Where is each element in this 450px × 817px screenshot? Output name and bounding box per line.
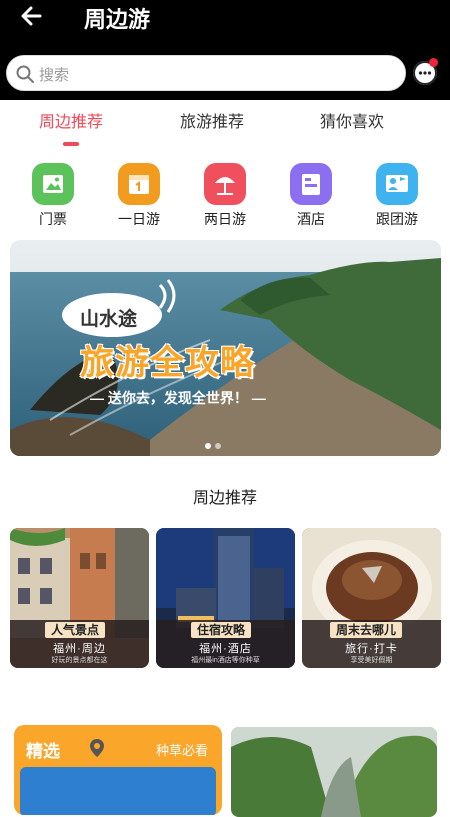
card-caption: 享受美好假期 (350, 657, 393, 664)
ticket-icon (32, 163, 74, 205)
category-hotel[interactable]: 酒店 (276, 163, 346, 233)
carousel-indicator (205, 436, 225, 454)
featured-image (20, 767, 216, 815)
tab-travel[interactable]: 旅游推荐 (180, 108, 244, 132)
search-placeholder: 搜索 (39, 67, 70, 84)
banner-tagline-text: 送你去，发现全世界！ (107, 390, 248, 406)
card-subtitle: 旅行·打卡 (345, 643, 398, 655)
active-tab-indicator (63, 142, 79, 146)
banner-tagline: — 送你去，发现全世界！ — (90, 390, 266, 406)
card-caption: 好玩的景点都在这 (51, 657, 108, 664)
card-subtitle: 福州·酒店 (199, 643, 252, 655)
card-attractions[interactable]: 人气景点 福州·周边 好玩的景点都在这 (10, 528, 149, 668)
banner-badge: 山水途 (80, 308, 138, 330)
card-tag: 人气景点 (45, 622, 106, 638)
section-title: 周边推荐 (192, 490, 257, 507)
card-image (231, 727, 437, 817)
hotel-icon (290, 163, 332, 205)
card-tag: 周末去哪儿 (330, 622, 403, 638)
back-arrow-icon[interactable] (18, 2, 48, 30)
banner-headline: 旅游全攻略 (80, 344, 255, 382)
tab-nearby[interactable]: 周边推荐 (39, 108, 103, 132)
search-input[interactable]: 搜索 (6, 55, 406, 91)
card-hotels[interactable]: 住宿攻略 福州·酒店 福州最in酒店等你种草 (156, 528, 295, 668)
card-tag: 住宿攻略 (191, 622, 252, 638)
promo-banner[interactable]: 山水途 旅游全攻略 — 送你去，发现全世界！ — (10, 240, 441, 456)
category-tickets[interactable]: 门票 (18, 163, 88, 233)
location-pin-icon (90, 739, 104, 757)
category-label: 跟团游 (376, 211, 418, 227)
beach-umbrella-icon (204, 163, 246, 205)
featured-subtitle: 种草必看 (156, 743, 209, 758)
page-title: 周边游 (84, 7, 151, 32)
category-two-day-trip[interactable]: 两日游 (190, 163, 260, 233)
tab-guess-you-like[interactable]: 猜你喜欢 (320, 108, 384, 132)
search-icon (15, 64, 35, 84)
featured-card[interactable]: 精选 种草必看 (14, 725, 222, 815)
category-label: 两日游 (204, 211, 246, 227)
tab-bar: 周边推荐 旅游推荐 猜你喜欢 (0, 100, 450, 148)
notification-dot (429, 58, 438, 67)
featured-label: 精选 (26, 742, 60, 761)
card-caption: 福州最in酒店等你种草 (191, 657, 260, 664)
category-day-trip[interactable]: 一日游 (104, 163, 174, 233)
scenery-card[interactable] (231, 727, 437, 817)
card-weekend[interactable]: 周末去哪儿 旅行·打卡 享受美好假期 (302, 528, 441, 668)
card-subtitle: 福州·周边 (53, 643, 106, 655)
category-label: 门票 (39, 211, 67, 227)
category-label: 一日游 (118, 211, 160, 227)
category-group-tour[interactable]: 跟团游 (362, 163, 432, 233)
top-bar: 周边游 搜索 (0, 0, 450, 100)
flag-icon (376, 163, 418, 205)
category-label: 酒店 (297, 211, 325, 227)
calendar-icon (118, 163, 160, 205)
